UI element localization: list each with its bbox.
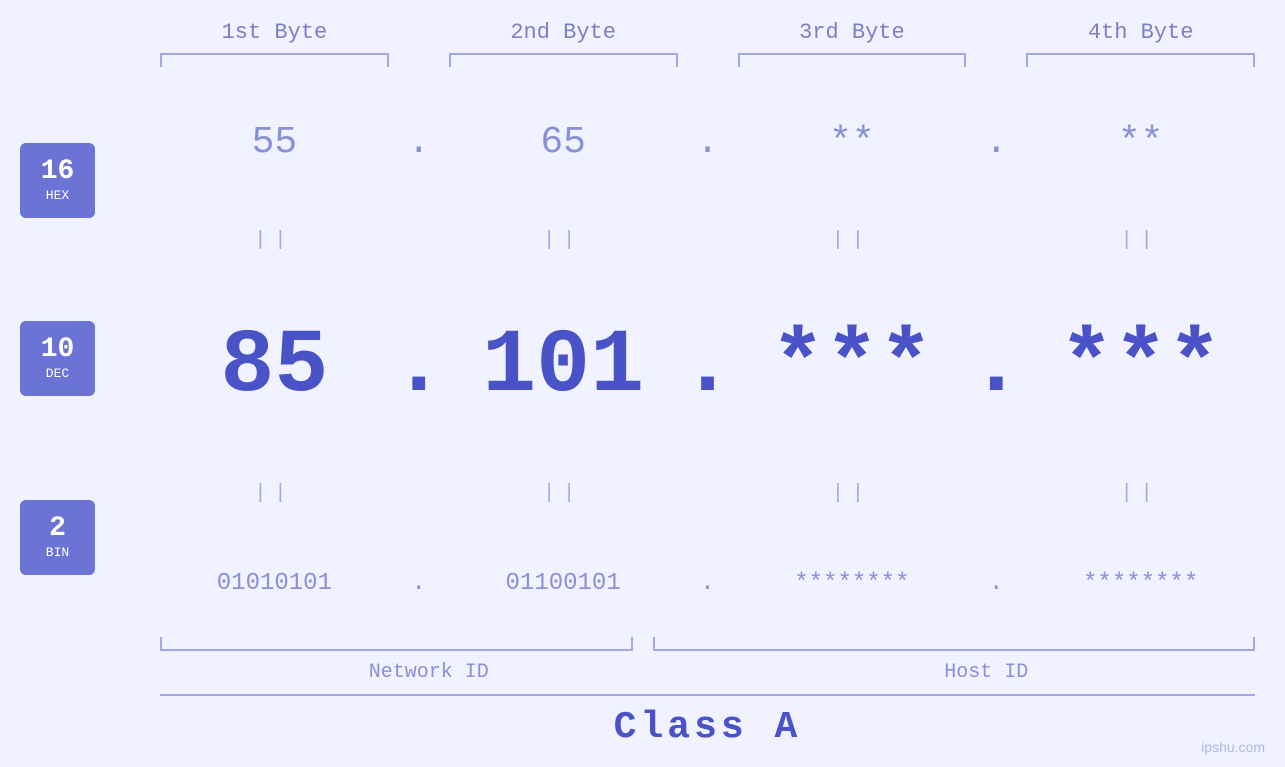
bin-badge-number: 2	[49, 515, 66, 543]
dec-row: 85 . 101 . *** . ***	[150, 316, 1265, 418]
class-label-row: Class A	[150, 696, 1265, 749]
sep2-b1: ||	[150, 482, 399, 505]
hex-dot2: .	[696, 121, 719, 164]
dec-b3: ***	[771, 316, 933, 418]
sep1-b4: ||	[1016, 229, 1265, 252]
byte1-header: 1st Byte	[150, 20, 399, 45]
bracket-byte1	[160, 53, 389, 67]
bin-row: 01010101 . 01100101 . ******** . *******…	[150, 570, 1265, 597]
hex-badge-number: 16	[41, 158, 75, 186]
byte-headers-row: 1st Byte 2nd Byte 3rd Byte 4th Byte	[0, 20, 1285, 45]
bottom-bracket-area: Network ID Host ID	[0, 637, 1285, 684]
byte2-header: 2nd Byte	[439, 20, 688, 45]
main-ip-content: 16 HEX 10 DEC 2 BIN 55 . 65 . ** . **	[0, 81, 1285, 637]
sep-row-1: || || || ||	[150, 225, 1265, 255]
bin-b4: ********	[1083, 570, 1198, 597]
dec-b2: 101	[482, 316, 644, 418]
host-id-bracket	[653, 637, 1255, 651]
dec-badge-number: 10	[41, 336, 75, 364]
top-bracket-row	[0, 53, 1285, 71]
dec-dot1: .	[392, 316, 446, 418]
sep1-b1: ||	[150, 229, 399, 252]
dec-dot2: .	[681, 316, 735, 418]
badge-column: 16 HEX 10 DEC 2 BIN	[20, 81, 150, 637]
dec-badge: 10 DEC	[20, 321, 95, 396]
bin-b2: 01100101	[506, 570, 621, 597]
dec-badge-label: DEC	[46, 366, 69, 381]
network-id-bracket	[160, 637, 633, 651]
bin-dot2: .	[700, 570, 714, 597]
sep2-b3: ||	[728, 482, 977, 505]
bottom-bracket-row	[150, 637, 1265, 657]
bracket-byte2	[449, 53, 678, 67]
bin-b3: ********	[794, 570, 909, 597]
bracket-byte4	[1026, 53, 1255, 67]
hex-badge-label: HEX	[46, 188, 69, 203]
hex-dot3: .	[985, 121, 1008, 164]
bin-dot1: .	[412, 570, 426, 597]
bin-badge: 2 BIN	[20, 500, 95, 575]
sep2-b2: ||	[439, 482, 688, 505]
ip-display-area: 55 . 65 . ** . ** || || || || 85	[150, 81, 1265, 637]
id-label-row: Network ID Host ID	[150, 661, 1265, 684]
dec-dot3: .	[969, 316, 1023, 418]
class-label: Class A	[614, 706, 802, 749]
sep2-b4: ||	[1016, 482, 1265, 505]
footer-area: Class A	[0, 684, 1285, 757]
watermark: ipshu.com	[1201, 739, 1265, 755]
hex-badge: 16 HEX	[20, 143, 95, 218]
hex-b3: **	[829, 121, 875, 164]
dec-b1: 85	[220, 316, 328, 418]
main-container: 1st Byte 2nd Byte 3rd Byte 4th Byte 16 H…	[0, 0, 1285, 767]
hex-b4: **	[1118, 121, 1164, 164]
hex-b1: 55	[252, 121, 298, 164]
bin-b1: 01010101	[217, 570, 332, 597]
host-id-label: Host ID	[708, 661, 1266, 684]
hex-b2: 65	[540, 121, 586, 164]
bin-dot3: .	[989, 570, 1003, 597]
hex-row: 55 . 65 . ** . **	[150, 121, 1265, 164]
hex-dot1: .	[407, 121, 430, 164]
network-id-label: Network ID	[150, 661, 708, 684]
bracket-byte3	[738, 53, 967, 67]
dec-b4: ***	[1060, 316, 1222, 418]
bin-badge-label: BIN	[46, 545, 69, 560]
sep1-b3: ||	[728, 229, 977, 252]
sep1-b2: ||	[439, 229, 688, 252]
byte3-header: 3rd Byte	[728, 20, 977, 45]
byte4-header: 4th Byte	[1016, 20, 1265, 45]
sep-row-2: || || || ||	[150, 479, 1265, 509]
